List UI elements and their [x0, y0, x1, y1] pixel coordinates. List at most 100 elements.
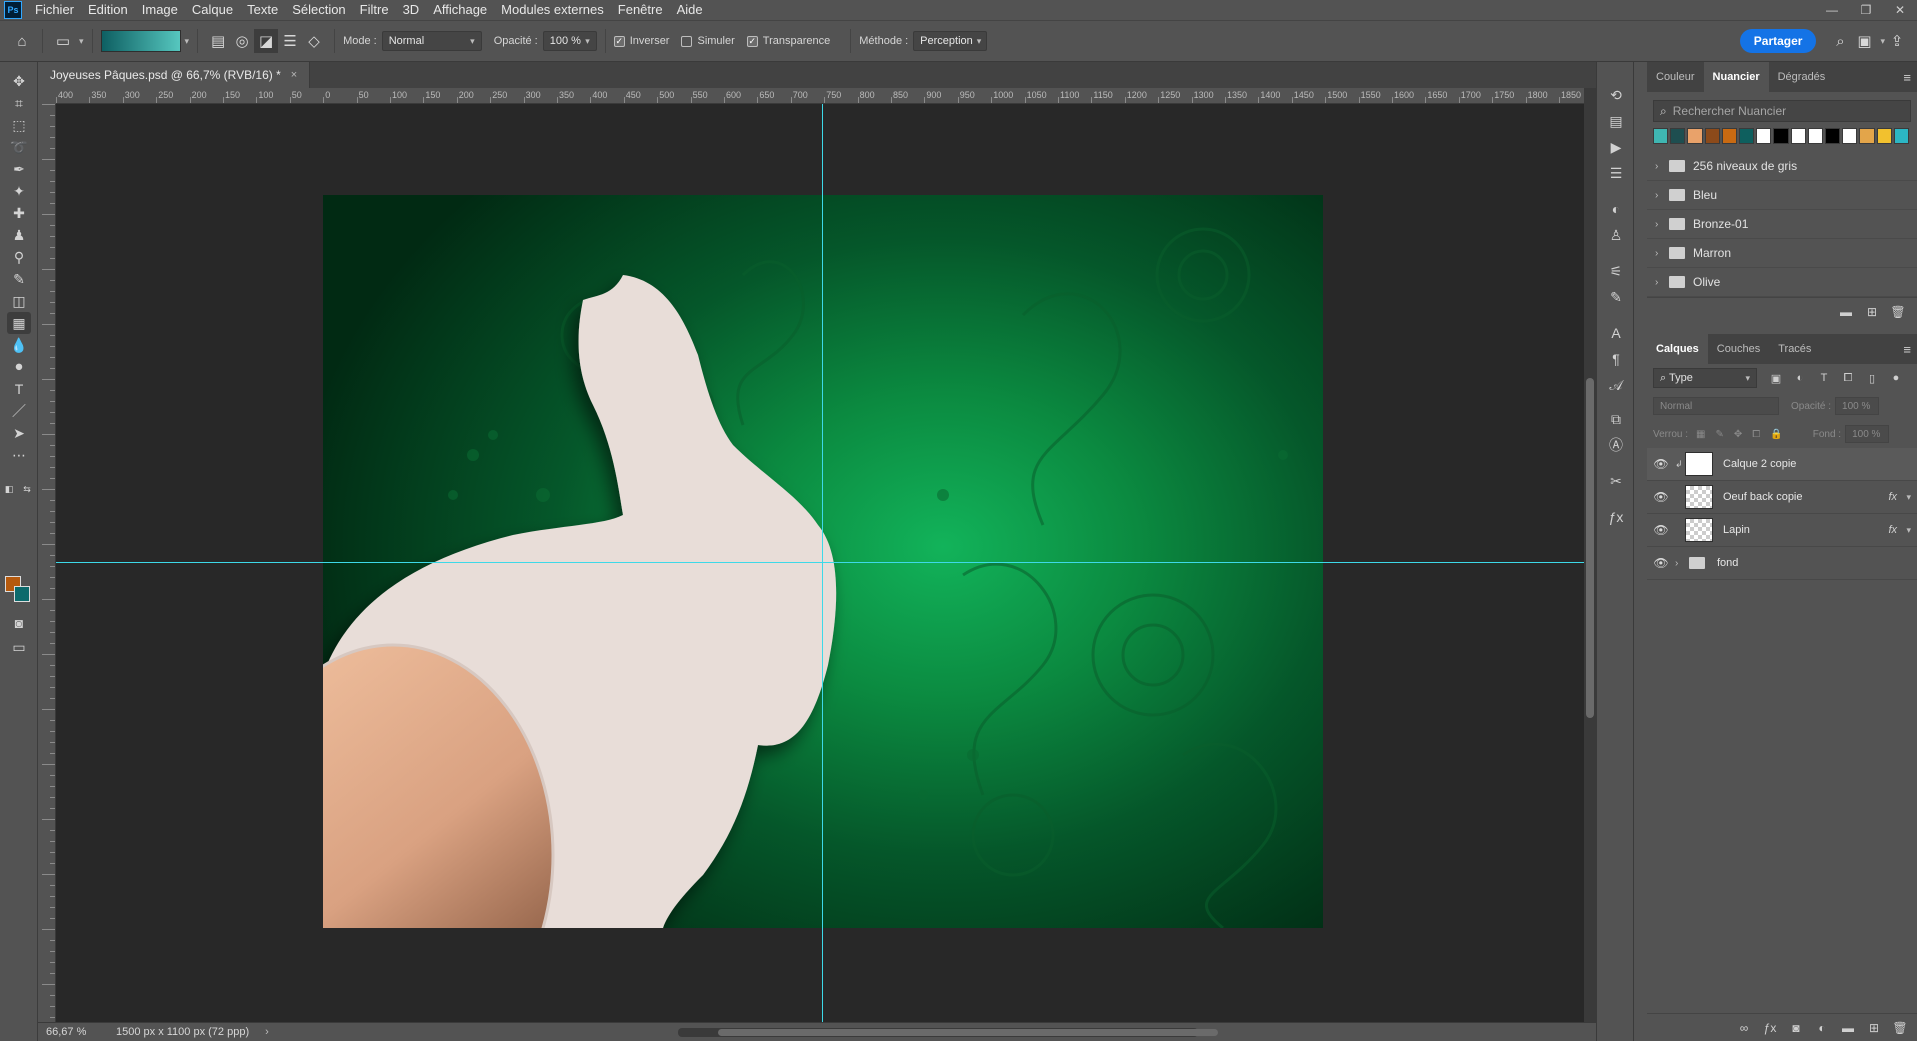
- swatch-search-input[interactable]: ⌕ Rechercher Nuancier: [1653, 100, 1911, 122]
- chevron-right-icon[interactable]: ›: [1655, 248, 1669, 259]
- angle-gradient-icon[interactable]: ◪: [254, 29, 279, 53]
- dodge-tool-icon[interactable]: ⚫: [7, 356, 31, 378]
- swatch-folder[interactable]: › Bleu: [1647, 181, 1917, 210]
- character-styles-icon[interactable]: Ⓐ: [1605, 434, 1627, 456]
- layer-row[interactable]: 👁 ↲ Calque 2 copie: [1647, 448, 1917, 481]
- marquee-tool-icon[interactable]: ⬚: [7, 114, 31, 136]
- chevron-down-icon[interactable]: ▾: [1906, 492, 1911, 503]
- libraries-icon[interactable]: ▤: [1605, 110, 1627, 132]
- adjustments-icon[interactable]: ☰: [1605, 162, 1627, 184]
- methode-select[interactable]: Perception ▾: [913, 31, 988, 51]
- text-tool-icon[interactable]: T: [7, 378, 31, 400]
- color-swatch[interactable]: [1773, 128, 1789, 144]
- swatch-folder[interactable]: › Olive: [1647, 268, 1917, 297]
- menu-item[interactable]: Edition: [81, 0, 135, 20]
- lock-transparent-icon[interactable]: ▦: [1696, 429, 1705, 440]
- panel-menu-icon[interactable]: ≡: [1903, 70, 1911, 85]
- menu-item[interactable]: Sélection: [285, 0, 352, 20]
- menu-item[interactable]: Fichier: [28, 0, 81, 20]
- inverser-checkbox[interactable]: ✓ Inverser: [613, 35, 669, 47]
- layer-opacity-field[interactable]: 100 %: [1835, 397, 1880, 415]
- stamp-tool-icon[interactable]: ♟: [7, 224, 31, 246]
- tool-preset-icon[interactable]: ▭: [51, 29, 75, 53]
- chevron-down-icon[interactable]: ▾: [79, 36, 84, 47]
- color-swatch[interactable]: [1825, 128, 1841, 144]
- blend-mode-select[interactable]: Normal: [1653, 397, 1779, 415]
- menu-item[interactable]: Filtre: [353, 0, 396, 20]
- restore-icon[interactable]: ❐: [1849, 0, 1883, 20]
- color-swatch[interactable]: [1653, 128, 1669, 144]
- glyphs-icon[interactable]: 𝒜: [1605, 374, 1627, 396]
- lock-artboard-icon[interactable]: ⧠: [1752, 429, 1760, 440]
- menu-item[interactable]: 3D: [396, 0, 427, 20]
- crop-tool-icon[interactable]: ⌗: [7, 92, 31, 114]
- diamond-gradient-icon[interactable]: ◇: [302, 29, 326, 53]
- history-icon[interactable]: ⟲: [1605, 84, 1627, 106]
- filter-shape-icon[interactable]: ⧠: [1839, 369, 1857, 387]
- simuler-checkbox[interactable]: Simuler: [681, 35, 735, 47]
- color-swatch[interactable]: [1842, 128, 1858, 144]
- document-tab[interactable]: Joyeuses Pâques.psd @ 66,7% (RVB/16) * ×: [38, 62, 311, 88]
- color-swatch[interactable]: [1704, 128, 1720, 144]
- tools-options-icon[interactable]: ✂: [1605, 470, 1627, 492]
- filter-adjustment-icon[interactable]: ◐: [1791, 369, 1809, 387]
- default-colors-icon[interactable]: ◧: [2, 482, 16, 496]
- eye-icon[interactable]: 👁: [1647, 523, 1675, 537]
- link-layers-icon[interactable]: ∞: [1735, 1019, 1753, 1037]
- lock-all-icon[interactable]: 🔒: [1770, 429, 1782, 440]
- quick-mask-icon[interactable]: ◙: [7, 612, 31, 634]
- horizontal-ruler[interactable]: 400 350 300 250 200 150 100 50 0 50 100 150 200 250 30…: [56, 88, 1584, 104]
- color-swatch[interactable]: [1807, 128, 1824, 144]
- swatch-folder[interactable]: › Marron: [1647, 239, 1917, 268]
- line-tool-icon[interactable]: ／: [7, 400, 31, 422]
- horizontal-scrollbar[interactable]: [678, 1028, 1218, 1037]
- opacity-field[interactable]: 100 % ▾: [542, 31, 597, 51]
- menu-item[interactable]: Texte: [240, 0, 285, 20]
- pen-tool-icon[interactable]: ✒: [7, 158, 31, 180]
- chevron-right-icon[interactable]: ›: [1655, 161, 1669, 172]
- clone-source-icon[interactable]: ♙: [1605, 224, 1627, 246]
- color-swatch[interactable]: [1893, 128, 1910, 144]
- swatch-folder[interactable]: › Bronze-01: [1647, 210, 1917, 239]
- healing-brush-icon[interactable]: ✚: [7, 202, 31, 224]
- gradient-tool-icon[interactable]: ▦: [7, 312, 31, 334]
- magic-wand-icon[interactable]: ✦: [7, 180, 31, 202]
- properties-icon[interactable]: ⧉: [1605, 408, 1627, 430]
- color-swatch[interactable]: [1876, 128, 1892, 144]
- mode-select[interactable]: Normal ▾: [381, 31, 482, 51]
- eraser-tool-icon[interactable]: ◫: [7, 290, 31, 312]
- layer-row[interactable]: 👁 Lapin fx ▾: [1647, 514, 1917, 547]
- close-tab-icon[interactable]: ×: [291, 69, 297, 81]
- tab-traces[interactable]: Tracés: [1769, 334, 1820, 364]
- add-style-fx-icon[interactable]: ƒx: [1761, 1019, 1779, 1037]
- linear-gradient-icon[interactable]: ▤: [206, 29, 230, 53]
- lock-position-icon[interactable]: ✥: [1734, 429, 1742, 440]
- blur-tool-icon[interactable]: 💧: [7, 334, 31, 356]
- menu-item[interactable]: Modules externes: [494, 0, 611, 20]
- brush-tool-icon[interactable]: ✎: [7, 268, 31, 290]
- color-swatch[interactable]: [1721, 128, 1738, 144]
- menu-item[interactable]: Fenêtre: [611, 0, 670, 20]
- chevron-down-icon[interactable]: ▾: [1906, 525, 1911, 536]
- chevron-right-icon[interactable]: ›: [1655, 219, 1669, 230]
- eye-icon[interactable]: 👁: [1647, 457, 1675, 471]
- home-icon[interactable]: ⌂: [10, 29, 34, 53]
- radial-gradient-icon[interactable]: ◎: [230, 29, 254, 53]
- trash-icon[interactable]: 🗑: [1891, 1019, 1909, 1037]
- eye-icon[interactable]: 👁: [1647, 490, 1675, 504]
- tab-calques[interactable]: Calques: [1647, 334, 1708, 364]
- fill-field[interactable]: 100 %: [1845, 425, 1890, 443]
- color-swatch[interactable]: [1739, 128, 1755, 144]
- horizontal-scrollbar-thumb[interactable]: [718, 1029, 1218, 1036]
- vertical-guide[interactable]: [822, 104, 823, 1022]
- color-swatch[interactable]: [1859, 128, 1875, 144]
- paragraph-icon[interactable]: ¶: [1605, 348, 1627, 370]
- tab-degrades[interactable]: Dégradés: [1769, 62, 1835, 92]
- eyedropper-icon[interactable]: ⚲: [7, 246, 31, 268]
- new-group-icon[interactable]: ▬: [1839, 1019, 1857, 1037]
- path-selection-icon[interactable]: ➤: [7, 422, 31, 444]
- navigator-icon[interactable]: ◐: [1605, 198, 1627, 220]
- status-menu-chevron-icon[interactable]: ›: [265, 1026, 269, 1038]
- layer-row[interactable]: 👁 › fond: [1647, 547, 1917, 580]
- new-folder-icon[interactable]: ▬: [1837, 303, 1855, 321]
